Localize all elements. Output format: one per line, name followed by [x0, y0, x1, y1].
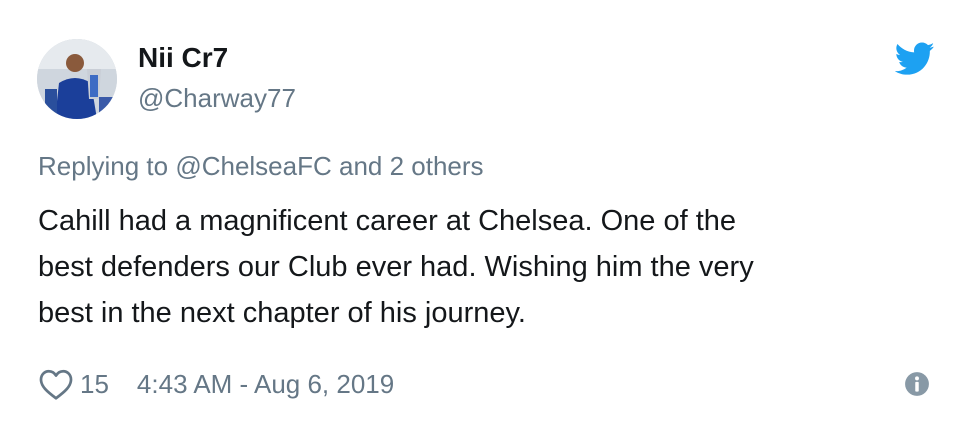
avatar[interactable] — [37, 39, 117, 119]
replying-to-line: Replying to @ChelseaFC and 2 others — [38, 150, 484, 182]
author-handle[interactable]: @Charway77 — [138, 82, 296, 114]
tweet-text-line: best defenders our Club ever had. Wishin… — [38, 251, 754, 283]
twitter-bird-icon[interactable] — [895, 42, 935, 76]
tweet-timestamp[interactable]: 4:43 AM - Aug 6, 2019 — [137, 369, 394, 400]
heart-icon[interactable] — [38, 367, 74, 401]
mention-link[interactable]: @ChelseaFC — [175, 151, 331, 181]
tweet-text-line: best in the next chapter of his journey. — [38, 297, 526, 329]
info-icon[interactable] — [904, 371, 930, 397]
replying-to-others[interactable]: and 2 others — [339, 151, 484, 181]
tweet-text-line: Cahill had a magnificent career at Chels… — [38, 205, 737, 237]
tweet-card: Nii Cr7 @Charway77 Replying to @ChelseaF… — [0, 0, 972, 424]
author-name[interactable]: Nii Cr7 — [138, 41, 228, 75]
avatar-image — [37, 39, 117, 119]
tweet-text: Cahill had a magnificent career at Chels… — [38, 198, 938, 336]
tweet-footer: 15 4:43 AM - Aug 6, 2019 — [38, 364, 394, 404]
replying-to-prefix: Replying to — [38, 151, 169, 181]
like-count[interactable]: 15 — [80, 369, 109, 400]
